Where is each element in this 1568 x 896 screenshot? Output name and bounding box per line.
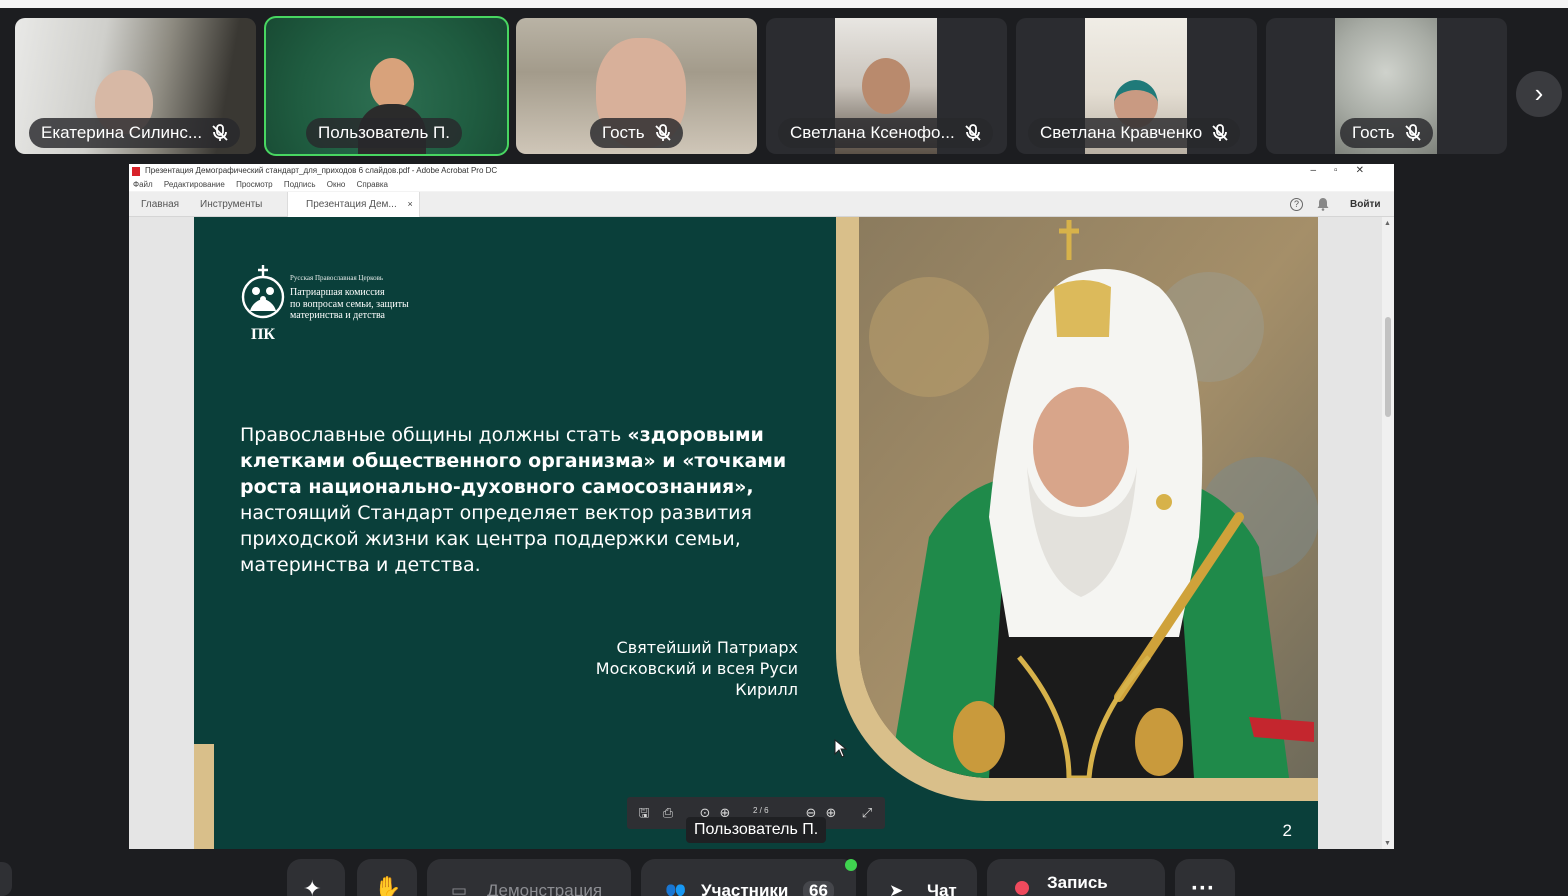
next-participants-button[interactable]: › (1516, 71, 1562, 117)
mic-off-icon (655, 124, 671, 141)
participant-name: Светлана Ксенофо... (778, 118, 993, 148)
top-edge (0, 0, 1568, 8)
participants-button[interactable]: 👥 Участники 66 (641, 859, 856, 896)
window-title-bar: Презентация Демографический стандарт_для… (129, 164, 1394, 178)
menu-view[interactable]: Просмотр (236, 180, 273, 189)
participant-tile[interactable]: Гость (516, 18, 757, 154)
participant-name: Гость (1340, 118, 1433, 148)
slide-quote: Православные общины должны стать «здоров… (240, 424, 787, 576)
participant-name: Гость (590, 118, 683, 148)
presenter-label: Пользователь П. (686, 817, 827, 843)
window-controls[interactable]: –▫✕ (1311, 164, 1383, 178)
participant-face (370, 58, 414, 110)
scrollbar-thumb[interactable] (1385, 317, 1391, 417)
participant-name: Екатерина Силинс... (29, 118, 241, 148)
scroll-up-icon[interactable]: ▲ (1384, 220, 1391, 227)
menu-bar: Файл Редактирование Просмотр Подпись Окн… (129, 178, 1394, 191)
meeting-controls-bar: ✦ ✋ ▭ Демонстрация 👥 Участники 66 ➤ Чат … (0, 856, 1568, 896)
logo-church-name: Русская Православная Церковь (290, 274, 384, 282)
window-title: Презентация Демографический стандарт_для… (145, 166, 498, 175)
quote-author: Святейший Патриарх Московский и всея Рус… (595, 638, 798, 699)
participant-face (862, 58, 910, 114)
mic-off-icon (1405, 124, 1421, 141)
slide-page-number: 2 (1282, 821, 1292, 840)
gold-accent-strip (194, 744, 214, 849)
monitor-icon: ▭ (451, 881, 468, 896)
participant-tile[interactable]: Гость (1266, 18, 1507, 154)
commission-logo-icon: ПК (241, 265, 285, 343)
chevron-right-icon: › (1534, 78, 1544, 108)
mic-off-icon (212, 124, 228, 141)
svg-text:ПК: ПК (251, 326, 275, 343)
raise-hand-button[interactable]: ✋ (357, 859, 417, 896)
patriarch-illustration (859, 217, 1318, 778)
participant-tile-active[interactable]: Пользователь П. (264, 16, 509, 156)
participant-name: Пользователь П. (306, 118, 462, 148)
mic-off-icon (1212, 124, 1228, 141)
close-tab-icon[interactable]: × (407, 192, 412, 217)
sparkle-icon: ✦ (303, 876, 322, 896)
menu-window[interactable]: Окно (327, 180, 346, 189)
more-button[interactable]: ··· (1175, 859, 1235, 896)
participant-name: Светлана Кравченко (1028, 118, 1241, 148)
acrobat-right-tools: ? Войти (1264, 192, 1394, 217)
more-dots-icon: ··· (1191, 875, 1215, 896)
logo-commission-name: Патриаршая комиссия по вопросам семьи, з… (290, 287, 409, 321)
help-icon[interactable]: ? (1290, 198, 1303, 211)
mouse-cursor-icon (834, 739, 848, 758)
participant-tile[interactable]: Светлана Ксенофо... (766, 18, 1007, 154)
tab-document[interactable]: Презентация Дем... × (287, 192, 420, 217)
tab-bar: Главная Инструменты Презентация Дем... × (129, 192, 1394, 217)
screen-share-button[interactable]: ▭ Демонстрация (427, 859, 631, 896)
patriarch-photo (859, 217, 1318, 778)
hand-icon: ✋ (374, 875, 402, 896)
send-icon: ➤ (889, 881, 904, 896)
photo-frame (836, 217, 1318, 801)
status-online-dot (845, 859, 857, 871)
acrobat-window: Презентация Демографический стандарт_для… (129, 164, 1394, 849)
login-button[interactable]: Войти (1350, 192, 1381, 217)
record-button[interactable]: Запись (987, 859, 1165, 896)
print-icon[interactable]: ⎙ (660, 805, 676, 821)
participant-tile[interactable]: Екатерина Силинс... (15, 18, 256, 154)
vertical-scrollbar[interactable]: ▲ ▼ (1382, 217, 1394, 849)
conference-screen: Екатерина Силинс... Пользователь П. Гост… (0, 0, 1568, 896)
menu-file[interactable]: Файл (133, 180, 153, 189)
people-icon: 👥 (665, 881, 687, 896)
participants-count-badge: 66 (803, 881, 834, 896)
record-dot-icon (1015, 881, 1029, 895)
menu-edit[interactable]: Редактирование (164, 180, 225, 189)
fit-page-icon[interactable]: ⤢ (859, 805, 875, 821)
pdf-icon (132, 167, 140, 176)
menu-sign[interactable]: Подпись (284, 180, 316, 189)
tab-tools[interactable]: Инструменты (200, 192, 262, 217)
participant-tile[interactable]: Светлана Кравченко (1016, 18, 1257, 154)
scroll-down-icon[interactable]: ▼ (1384, 840, 1391, 847)
presentation-slide: ПК Русская Православная Церковь Патриарш… (194, 217, 1318, 849)
page-indicator[interactable]: 2 / 6 (753, 806, 769, 815)
bell-icon[interactable] (1317, 197, 1329, 211)
mic-off-icon (965, 124, 981, 141)
effects-button[interactable]: ✦ (287, 859, 345, 896)
menu-help[interactable]: Справка (357, 180, 388, 189)
chat-button[interactable]: ➤ Чат (867, 859, 977, 896)
tab-home[interactable]: Главная (141, 192, 179, 217)
save-icon[interactable]: 🖫 (636, 805, 652, 821)
